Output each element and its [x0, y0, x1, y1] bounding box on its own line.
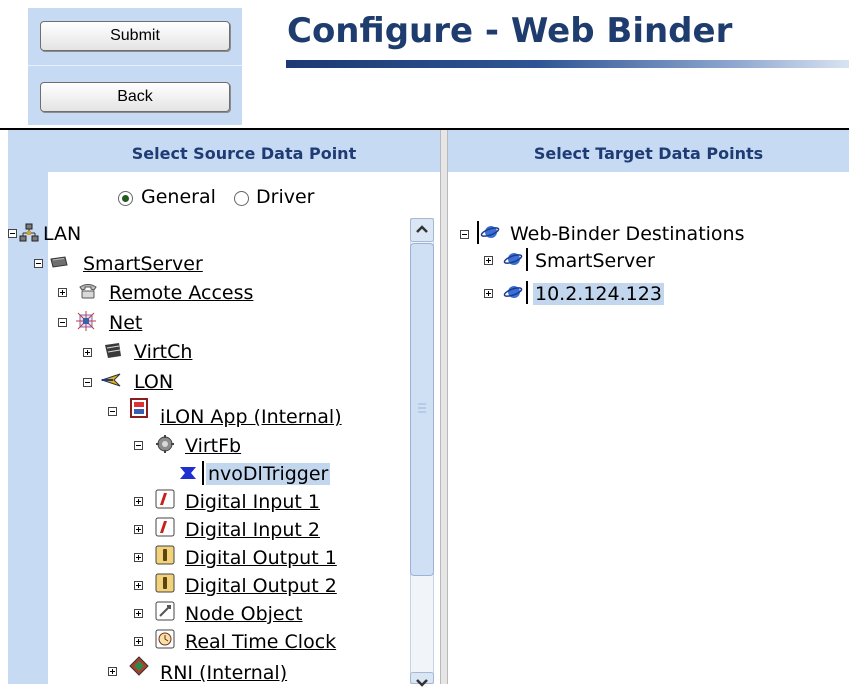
- device-icon: [130, 398, 148, 418]
- destinations-icon: [480, 226, 500, 238]
- collapse-net[interactable]: [58, 318, 67, 327]
- tree-node-lan[interactable]: LAN: [43, 222, 81, 246]
- collapse-lan[interactable]: [8, 229, 17, 238]
- panel-splitter[interactable]: [440, 130, 448, 684]
- digital-output-icon: [155, 573, 175, 593]
- tree-node-virtfb[interactable]: VirtFb: [185, 434, 241, 458]
- digital-input-icon: [155, 517, 175, 537]
- collapse-virtfb[interactable]: [134, 441, 143, 450]
- expand-node-object[interactable]: [134, 609, 143, 618]
- driver-radio-label: Driver: [256, 186, 315, 208]
- expand-digital-output-2[interactable]: [134, 581, 143, 590]
- target-panel-title: Select Target Data Points: [448, 130, 849, 172]
- general-radio[interactable]: [118, 191, 133, 206]
- expand-rni[interactable]: [108, 667, 117, 676]
- divider: [28, 65, 242, 66]
- expand-digital-input-1[interactable]: [134, 497, 143, 506]
- selected-target-label: 10.2.124.123: [533, 283, 664, 305]
- expand-target-smartserver[interactable]: [484, 256, 493, 265]
- destination-icon: [503, 286, 523, 298]
- rni-icon: [129, 656, 149, 676]
- tree-node-nvodltrigger[interactable]: nvoDlTrigger: [206, 462, 331, 486]
- grip-icon: [418, 403, 426, 413]
- collapse-smartserver[interactable]: [34, 259, 43, 268]
- general-radio-label: General: [141, 186, 216, 208]
- tree-node-rni[interactable]: RNI (Internal): [160, 661, 287, 685]
- expand-remote-access[interactable]: [58, 288, 67, 297]
- tree-node-ilon-app[interactable]: iLON App (Internal): [160, 405, 342, 429]
- tree-connector: [526, 281, 528, 304]
- tree-node-target-smartserver[interactable]: SmartServer: [535, 249, 655, 273]
- source-panel-title: Select Source Data Point: [131, 144, 357, 163]
- chevron-up-icon: [416, 225, 428, 233]
- node-object-icon: [155, 601, 175, 621]
- tree-node-target-ip[interactable]: 10.2.124.123: [533, 282, 664, 306]
- tree-node-digital-output-1[interactable]: Digital Output 1: [185, 546, 337, 570]
- tree-node-smartserver[interactable]: SmartServer: [83, 252, 203, 276]
- digital-input-icon: [155, 489, 175, 509]
- expand-real-time-clock[interactable]: [134, 637, 143, 646]
- clock-icon: [155, 629, 175, 649]
- server-icon: [50, 256, 68, 268]
- submit-button[interactable]: Submit: [40, 21, 230, 51]
- destination-icon: [503, 253, 523, 265]
- tree-node-lon[interactable]: LON: [134, 370, 173, 394]
- selected-node-label: nvoDlTrigger: [206, 463, 331, 485]
- collapse-web-binder-destinations[interactable]: [460, 230, 469, 239]
- tree-connector: [477, 221, 479, 244]
- expand-virtch[interactable]: [83, 348, 92, 357]
- channel-icon: [105, 343, 121, 358]
- back-button[interactable]: Back: [40, 82, 230, 112]
- tree-node-real-time-clock[interactable]: Real Time Clock: [185, 630, 336, 654]
- scroll-thumb[interactable]: [410, 243, 434, 576]
- expand-target-ip[interactable]: [484, 289, 493, 298]
- tree-connector: [202, 461, 204, 485]
- tree-node-net[interactable]: Net: [109, 311, 142, 335]
- title-underline: [286, 60, 849, 68]
- chevron-down-icon: [416, 679, 428, 687]
- digital-output-icon: [155, 545, 175, 565]
- tree-connector: [526, 248, 528, 271]
- phone-icon: [79, 284, 97, 299]
- output-point-icon: [180, 467, 196, 479]
- expand-digital-output-1[interactable]: [134, 553, 143, 562]
- net-icon: [76, 311, 96, 331]
- lon-icon: [101, 373, 121, 387]
- gear-icon: [156, 435, 174, 453]
- scroll-down-button[interactable]: [410, 672, 434, 687]
- tree-node-virtch[interactable]: VirtCh: [134, 340, 192, 364]
- tree-node-node-object[interactable]: Node Object: [185, 602, 303, 626]
- tree-node-web-binder-destinations[interactable]: Web-Binder Destinations: [510, 222, 745, 246]
- tree-node-digital-output-2[interactable]: Digital Output 2: [185, 574, 337, 598]
- collapse-ilon-app[interactable]: [108, 407, 117, 416]
- collapse-lon[interactable]: [83, 378, 92, 387]
- network-icon: [19, 223, 39, 242]
- expand-digital-input-2[interactable]: [134, 525, 143, 534]
- tree-node-digital-input-2[interactable]: Digital Input 2: [185, 518, 320, 542]
- page-title: Configure - Web Binder: [287, 11, 733, 51]
- scroll-up-button[interactable]: [410, 218, 434, 242]
- tree-node-remote-access[interactable]: Remote Access: [109, 281, 253, 305]
- button-panel: Submit Back: [28, 8, 242, 125]
- tree-node-digital-input-1[interactable]: Digital Input 1: [185, 490, 320, 514]
- driver-radio[interactable]: [234, 191, 249, 206]
